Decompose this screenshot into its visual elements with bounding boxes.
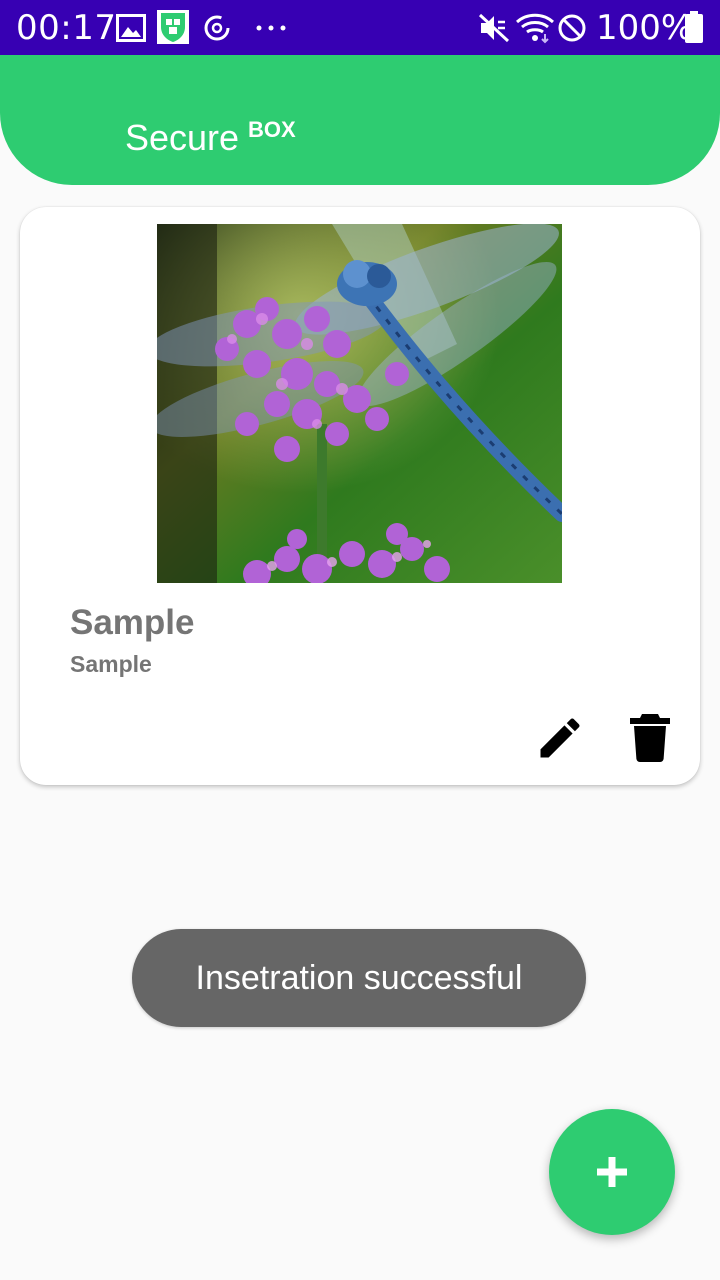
add-item-fab[interactable] <box>549 1109 675 1235</box>
securebox-app-icon <box>157 10 189 44</box>
status-bar: 00:17 100% <box>0 0 720 55</box>
app-title-superscript: BOX <box>248 117 296 142</box>
app-header: Secure BOX <box>0 55 720 185</box>
mute-icon <box>478 13 510 43</box>
toast-message: Insetration successful <box>132 929 586 1027</box>
do-not-disturb-icon <box>558 14 586 42</box>
edit-icon <box>540 718 580 758</box>
item-card[interactable]: Sample Sample <box>20 207 700 785</box>
sync-icon <box>204 15 230 41</box>
card-title: Sample <box>70 603 195 642</box>
card-subtitle: Sample <box>70 651 152 677</box>
plus-icon <box>597 1157 627 1187</box>
app-title: Secure <box>125 117 240 158</box>
wifi-icon <box>515 13 555 44</box>
edit-button[interactable] <box>534 712 586 764</box>
toast-text: Insetration successful <box>195 958 523 997</box>
delete-button[interactable] <box>626 712 674 764</box>
dragonfly-photo <box>157 224 562 583</box>
dragonfly-photo-illustration <box>157 224 562 583</box>
delete-icon <box>630 714 670 763</box>
battery-percentage: 100% <box>596 8 694 48</box>
status-time: 00:17 <box>16 8 117 48</box>
image-icon <box>116 14 146 42</box>
more-dots-icon <box>256 25 286 31</box>
battery-icon <box>685 11 703 43</box>
